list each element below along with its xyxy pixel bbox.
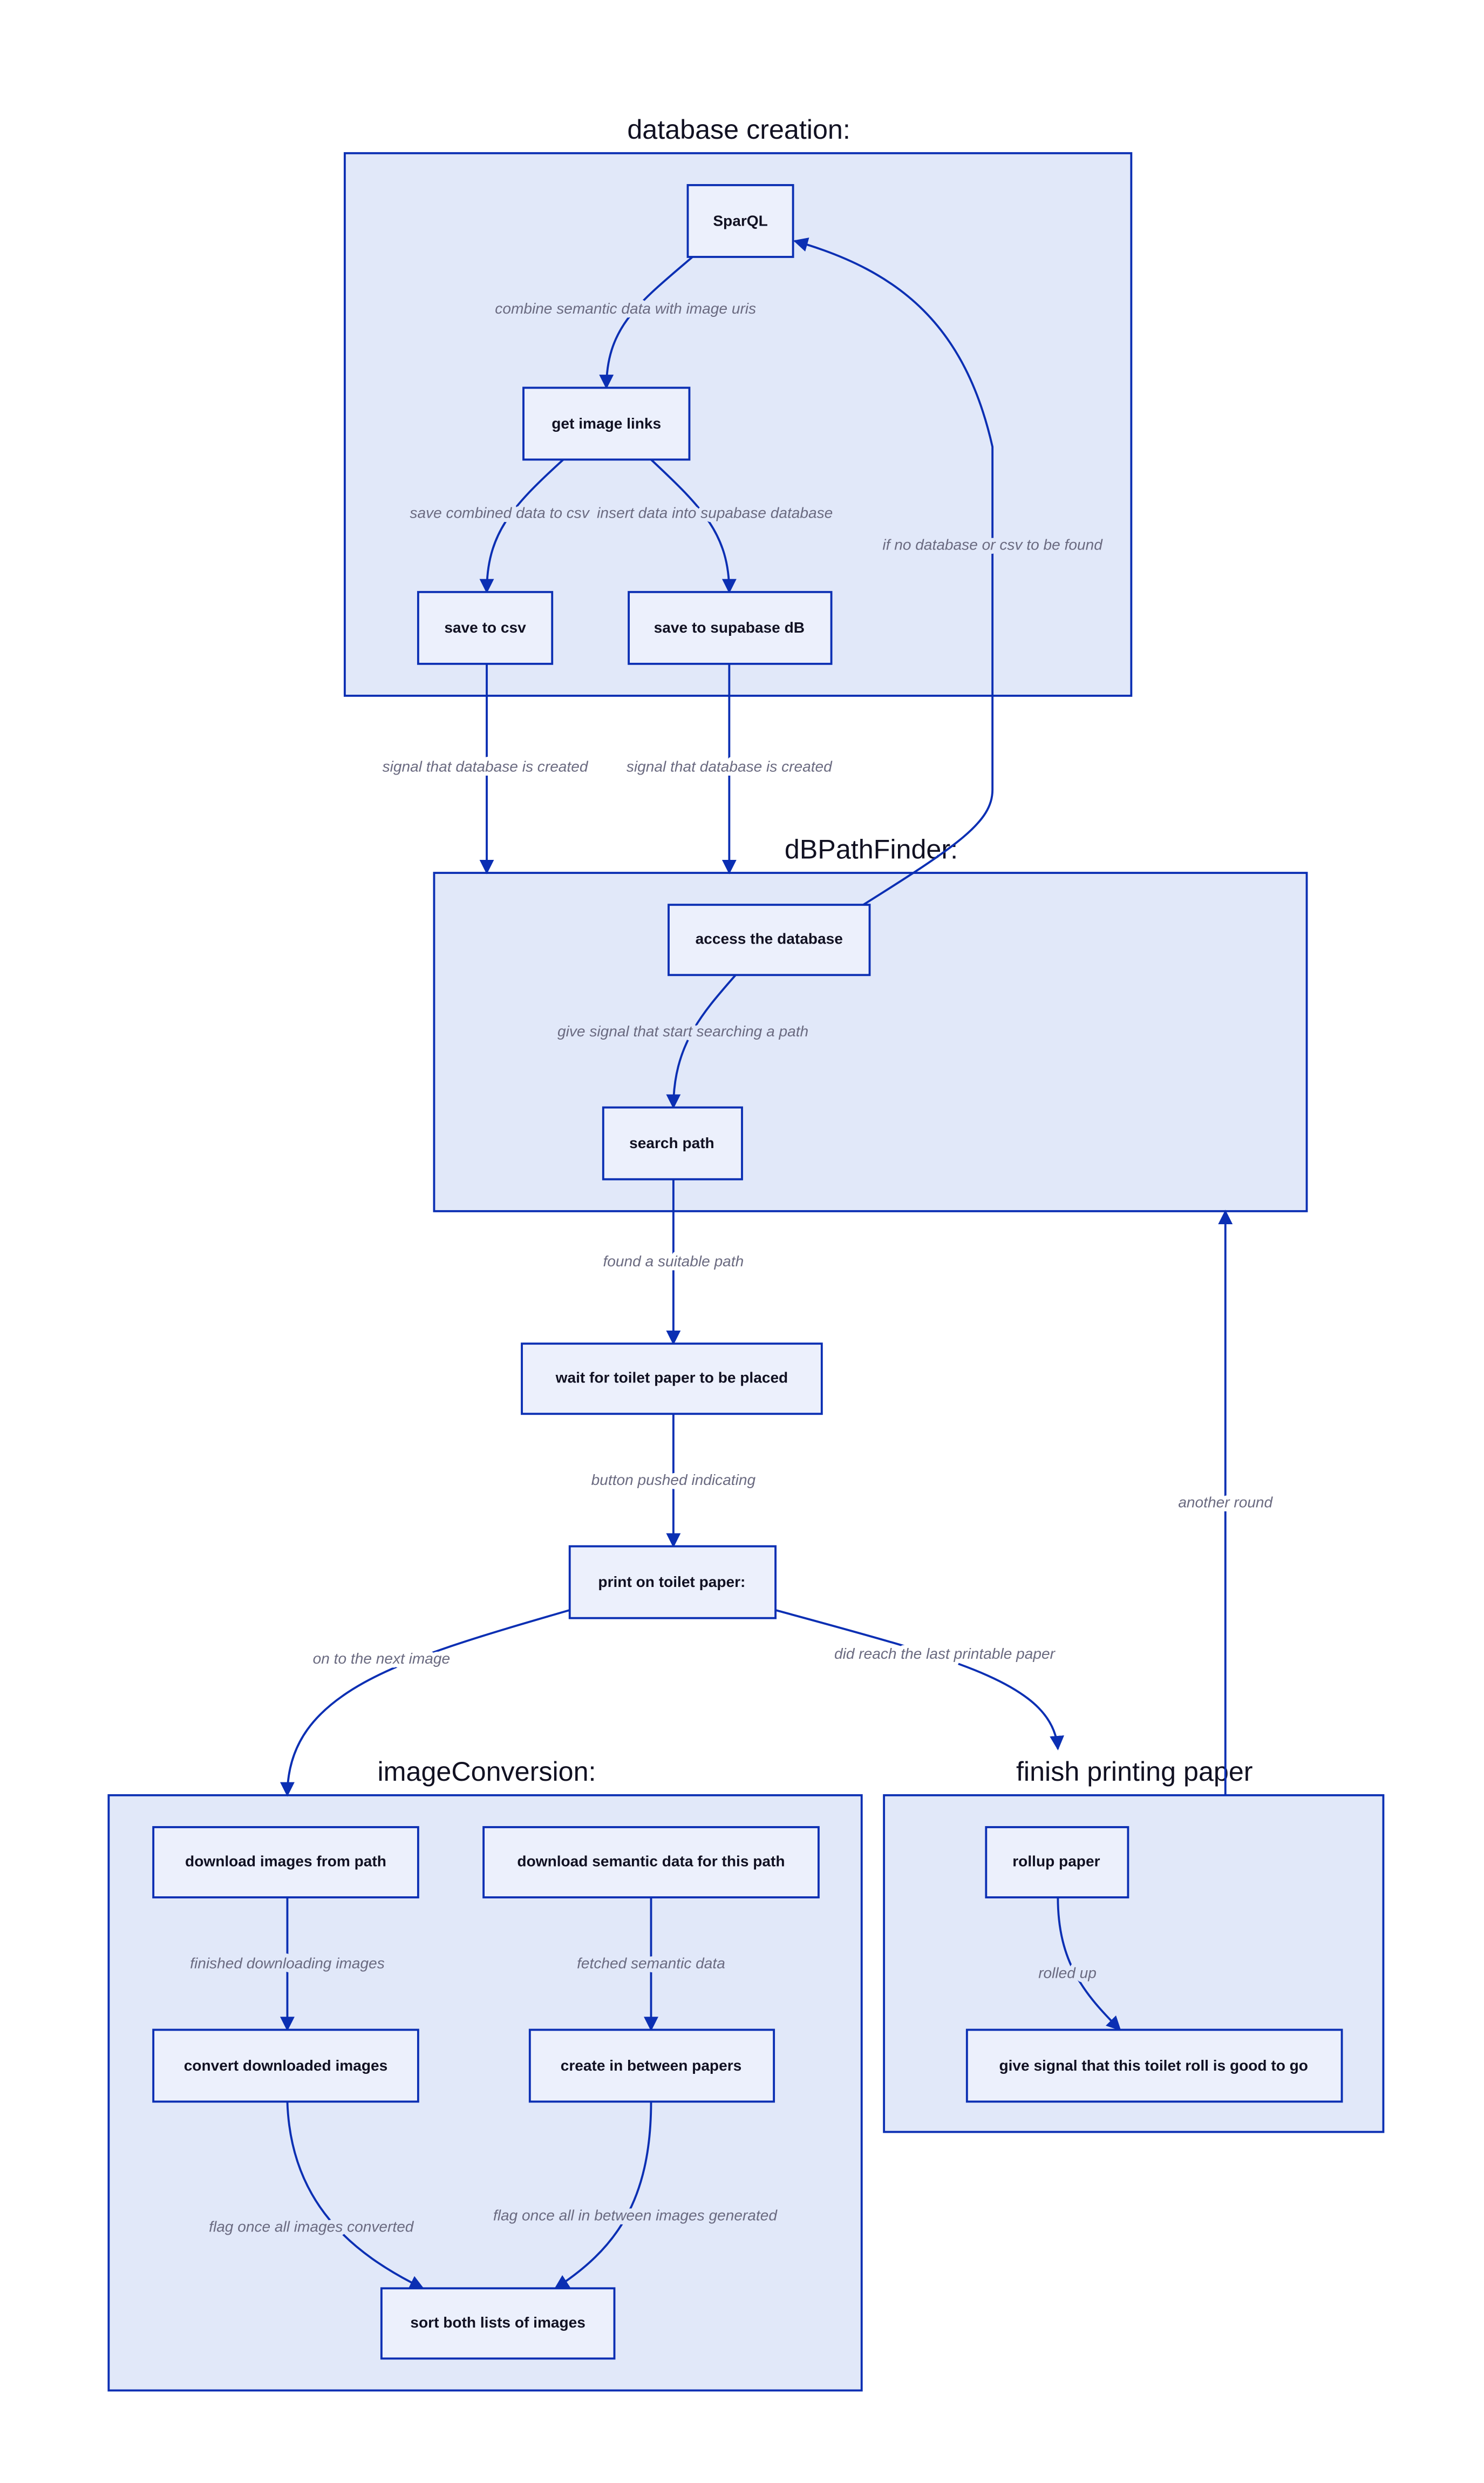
node-label: print on toilet paper: xyxy=(598,1573,745,1590)
node-get-image-links: get image links xyxy=(522,386,691,461)
node-convert-images: convert downloaded images xyxy=(152,2029,419,2103)
node-label: create in between papers xyxy=(561,2057,742,2074)
edge-label: on to the next image xyxy=(313,1650,450,1667)
edge-label: finished downloading images xyxy=(190,1955,385,1972)
node-label: wait for toilet paper to be placed xyxy=(555,1369,788,1386)
node-label: save to csv xyxy=(444,619,526,636)
node-label: sort both lists of images xyxy=(410,2314,586,2331)
node-download-images: download images from path xyxy=(152,1826,419,1898)
edge-last-paper xyxy=(775,1609,1064,1751)
edge-label: another round xyxy=(1178,1494,1273,1510)
node-download-semantic: download semantic data for this path xyxy=(482,1826,820,1898)
node-sparql: SparQL xyxy=(686,184,794,258)
edge-label: signal that database is created xyxy=(627,758,833,775)
edge-label: flag once all images converted xyxy=(209,2218,414,2235)
edge-label: save combined data to csv xyxy=(410,504,590,521)
edge-label: signal that database is created xyxy=(383,758,589,775)
node-access-database: access the database xyxy=(668,904,871,976)
cluster-title: imageConversion: xyxy=(377,1756,596,1787)
node-label: search path xyxy=(629,1135,714,1151)
cluster-title: database creation: xyxy=(627,114,850,145)
flowchart: database creation: dBPathFinder: imageCo… xyxy=(107,114,1385,2392)
edge-label: flag once all in between images generate… xyxy=(493,2207,778,2224)
node-label: convert downloaded images xyxy=(184,2057,388,2074)
node-give-signal: give signal that this toilet roll is goo… xyxy=(965,2029,1343,2103)
node-label: give signal that this toilet roll is goo… xyxy=(999,2057,1308,2074)
edge-label: rolled up xyxy=(1038,1964,1097,1981)
node-label: download semantic data for this path xyxy=(517,1853,785,1869)
node-label: access the database xyxy=(696,931,843,947)
node-label: SparQL xyxy=(713,212,767,229)
cluster-title: finish printing paper xyxy=(1016,1756,1253,1787)
node-rollup: rollup paper xyxy=(985,1826,1129,1898)
node-save-csv: save to csv xyxy=(417,591,554,665)
edge-label: found a suitable path xyxy=(603,1253,744,1270)
node-label: download images from path xyxy=(185,1853,386,1869)
node-sort-lists: sort both lists of images xyxy=(380,2287,616,2360)
node-label: save to supabase dB xyxy=(654,619,805,636)
node-create-between: create in between papers xyxy=(528,2029,775,2103)
edge-label: combine semantic data with image uris xyxy=(495,300,756,317)
node-print-paper: print on toilet paper: xyxy=(568,1545,777,1619)
edge-label: button pushed indicating xyxy=(591,1471,756,1488)
edge-label: did reach the last printable paper xyxy=(834,1645,1056,1662)
node-search-path: search path xyxy=(602,1106,743,1181)
edge-label: fetched semantic data xyxy=(577,1955,725,1972)
node-label: rollup paper xyxy=(1012,1853,1100,1869)
edge-label: insert data into supabase database xyxy=(597,504,833,521)
edge-label: give signal that start searching a path xyxy=(557,1023,808,1040)
node-wait-paper: wait for toilet paper to be placed xyxy=(521,1342,823,1415)
edge-label: if no database or csv to be found xyxy=(882,536,1103,553)
node-save-supabase: save to supabase dB xyxy=(628,591,833,665)
node-label: get image links xyxy=(552,415,661,432)
